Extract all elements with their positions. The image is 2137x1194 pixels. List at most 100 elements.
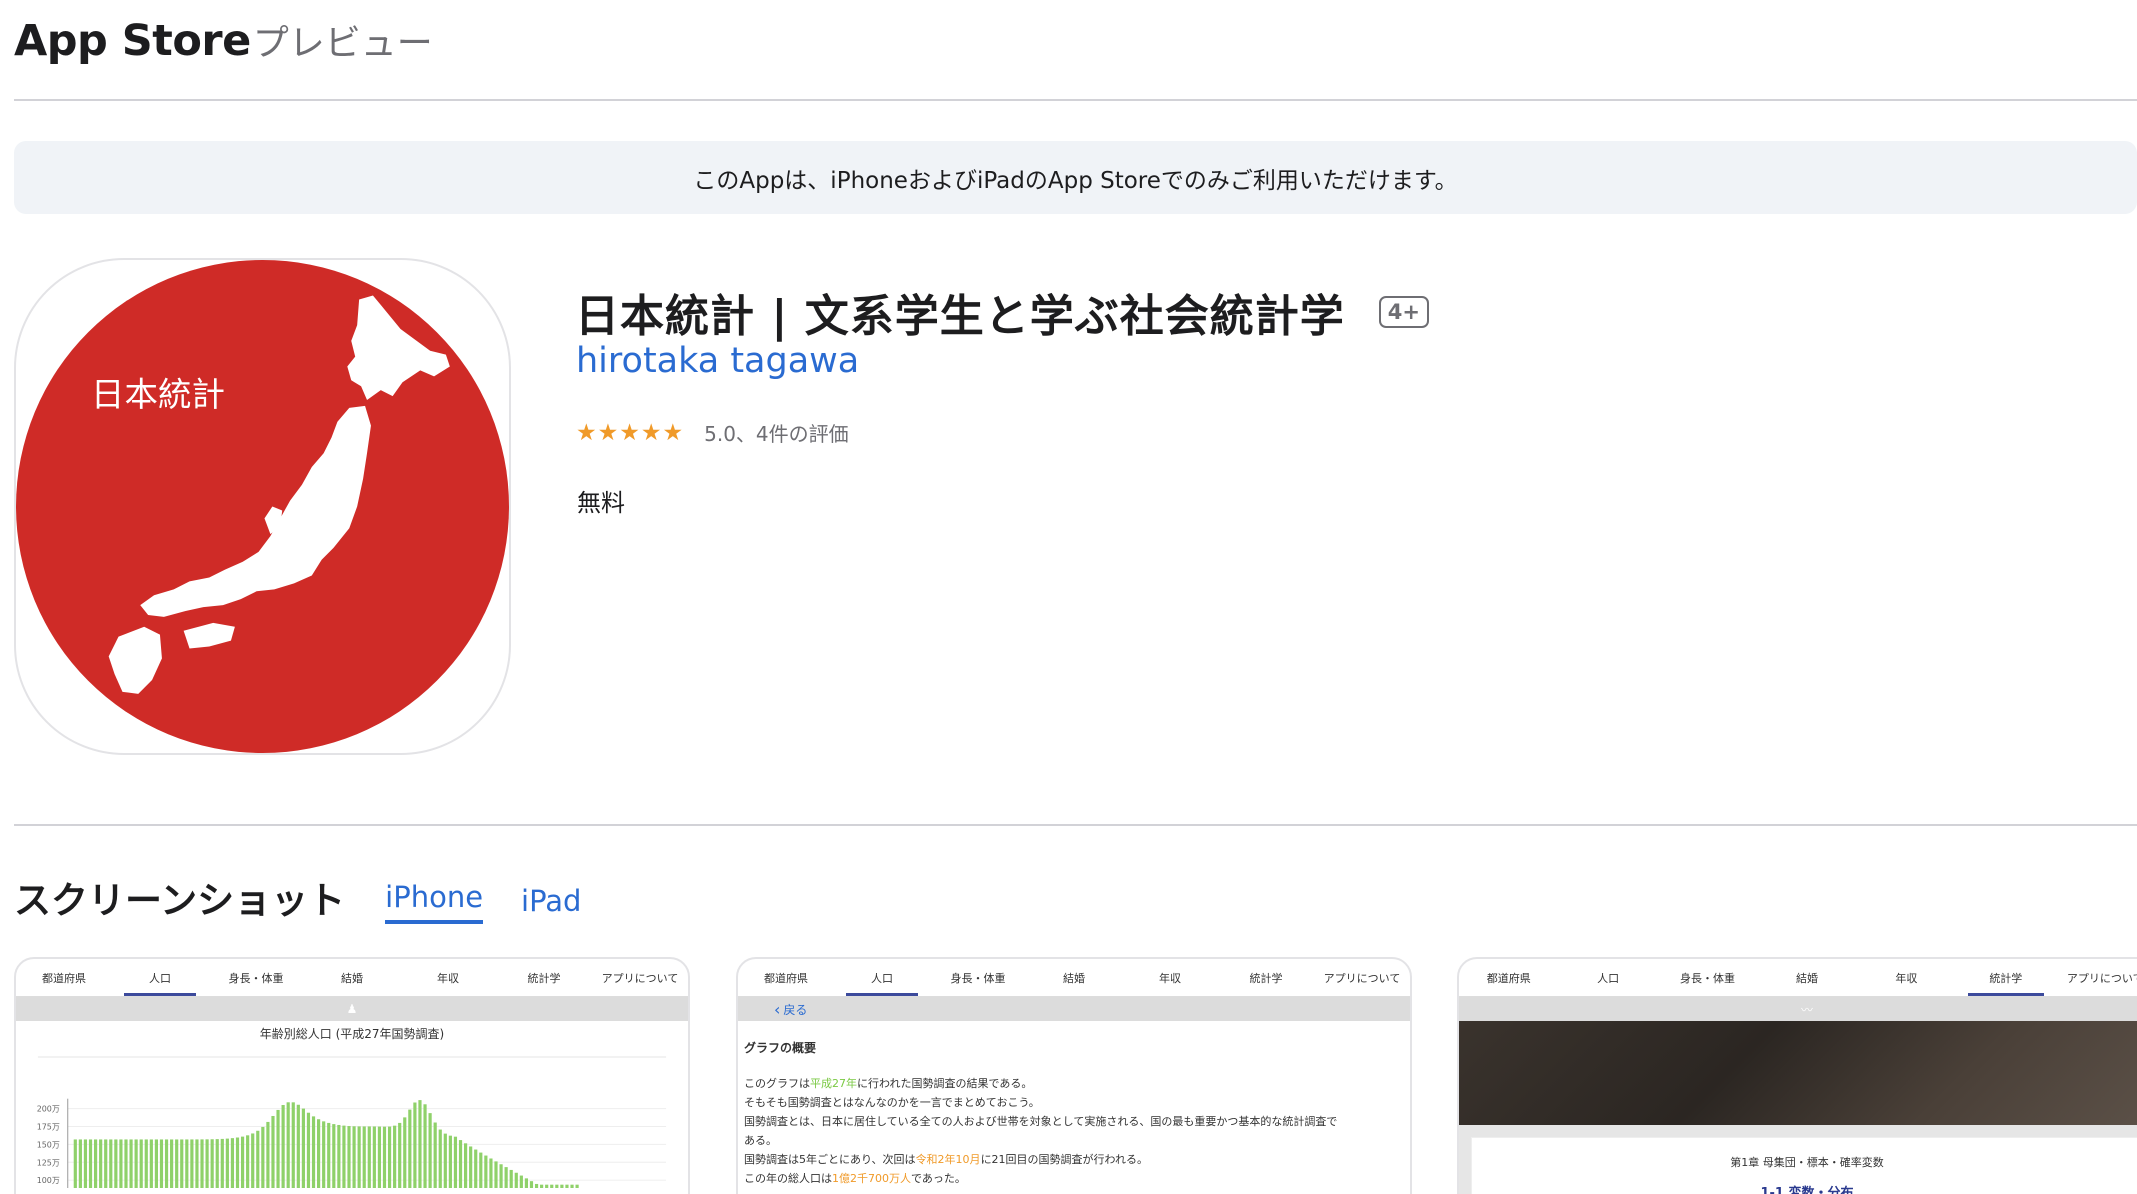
shot-tab-active: 統計学: [1956, 960, 2055, 996]
shot-nav-tabs: 都道府県 人口 身長・体重 結婚 年収 統計学 アプリについて: [738, 959, 1410, 997]
chart-bar: [540, 1184, 544, 1189]
tab-iphone[interactable]: iPhone: [385, 880, 484, 924]
chart-bar: [463, 1143, 468, 1189]
shot-line: そもそも国勢調査とはなんなのかを一言でまとめておこう。: [744, 1096, 1040, 1109]
chart-bar: [499, 1164, 503, 1189]
chart-bar: [565, 1184, 569, 1189]
shot-tab: 結婚: [1795, 971, 1818, 985]
chapter-card: 第1章 母集団・標本・確率変数 1-1 変数・分布: [1471, 1137, 2137, 1194]
chart-bar: [306, 1112, 311, 1189]
chart-bar: [180, 1139, 184, 1189]
chart-bar: [337, 1124, 341, 1189]
shot-tab: 都道府県: [1486, 971, 1531, 985]
chart-bar: [322, 1121, 326, 1189]
shot-tab: 年収: [1895, 971, 1918, 985]
chart-bar: [286, 1102, 290, 1189]
rating-row: ★★★★★ 5.0、4件の評価: [576, 418, 849, 447]
y-tick-label: 100万: [37, 1176, 60, 1185]
chart-bar: [149, 1139, 153, 1189]
chart-bar: [296, 1104, 300, 1189]
japan-map-icon: 日本統計: [16, 260, 509, 753]
chart-bar: [205, 1139, 209, 1189]
section-divider: [14, 824, 2137, 826]
chart-bar: [524, 1178, 529, 1189]
chart-bar: [139, 1139, 143, 1189]
chart-bar: [342, 1125, 346, 1189]
chart-bar: [291, 1102, 295, 1189]
chart-bar: [200, 1139, 204, 1189]
screenshot-2[interactable]: 都道府県 人口 身長・体重 結婚 年収 統計学 アプリについて ‹ 戻る グラフ…: [736, 957, 1412, 1194]
chart-bar: [317, 1119, 321, 1189]
chart-bar: [119, 1139, 123, 1189]
chart-bar: [529, 1181, 534, 1189]
chart-bar: [347, 1126, 351, 1189]
chart-bar: [413, 1102, 417, 1189]
chart-bar: [469, 1146, 473, 1189]
chart-bar: [159, 1139, 164, 1189]
chart-bar: [519, 1175, 523, 1189]
chart-bar: [210, 1139, 214, 1189]
shot-chart-title: 年齢別総人口 (平成27年国勢調査): [259, 1027, 445, 1041]
shot-tab: 人口: [1597, 971, 1620, 985]
chart-bar: [504, 1167, 508, 1189]
chevron-left-icon: ‹: [774, 999, 781, 1019]
chart-bar: [104, 1139, 108, 1189]
chart-bar: [124, 1139, 128, 1189]
shot-line: この年の総人口は1億2千700万人であった。: [744, 1172, 966, 1185]
chart-bar: [144, 1139, 148, 1189]
app-icon: 日本統計: [14, 258, 511, 755]
chart-bar: [78, 1139, 82, 1189]
y-tick-label: 150万: [37, 1140, 60, 1149]
chart-bar: [458, 1140, 463, 1189]
shot-text-block: グラフの概要 このグラフは平成27年に行われた国勢調査の結果である。 そもそも国…: [738, 1021, 1410, 1194]
chart-bar: [170, 1139, 174, 1189]
chart-bar: [352, 1126, 356, 1189]
tab-ipad[interactable]: iPad: [521, 884, 581, 924]
chart-bar: [453, 1136, 458, 1189]
shot-content-area: 第1章 母集団・標本・確率変数 1-1 変数・分布: [1459, 1125, 2137, 1194]
shot-line: 国勢調査とは、日本に居住している全ての人および世帯を対象として実施される、国の最…: [744, 1115, 1338, 1128]
chart-bar: [93, 1139, 98, 1189]
chart-bar: [114, 1139, 118, 1189]
shot-tab: 身長・体重: [950, 971, 1006, 985]
developer-link[interactable]: hirotaka tagawa: [576, 341, 859, 381]
chart-bar: [109, 1139, 113, 1189]
chart-bar: [560, 1184, 564, 1189]
chart-bar: [443, 1133, 447, 1189]
chart-bar: [423, 1104, 427, 1189]
chart-bar: [185, 1139, 189, 1189]
chart-bar: [534, 1183, 539, 1189]
shot-line: ある。: [744, 1134, 777, 1147]
store-brand[interactable]: App Store: [14, 16, 251, 66]
chart-bar: [215, 1139, 219, 1189]
chart-bar: [327, 1122, 331, 1189]
chart-bar: [134, 1139, 138, 1189]
screenshots-header: スクリーンショット iPhone iPad: [14, 870, 581, 924]
chart-bar: [403, 1117, 407, 1189]
rating-summary: 5.0、4件の評価: [704, 422, 849, 446]
screenshot-1[interactable]: 都道府県 人口 身長・体重 結婚 年収 統計学 アプリについて ♟ 年齢別総人口…: [14, 957, 690, 1194]
screenshot-3[interactable]: 都道府県 人口 身長・体重 結婚 年収 統計学 アプリについて 〰 第1章 母集…: [1457, 957, 2137, 1194]
chart-bar: [433, 1122, 437, 1189]
chart-bar: [479, 1152, 483, 1189]
app-price: 無料: [577, 489, 625, 517]
shot-toolbar: 〰: [1459, 997, 2137, 1021]
chart-bar: [225, 1138, 229, 1189]
shot-nav-tabs: 都道府県 人口 身長・体重 結婚 年収 統計学 アプリについて: [1459, 959, 2137, 997]
chart-bar: [88, 1139, 93, 1189]
chart-bar: [448, 1135, 452, 1189]
chart-bar: [276, 1109, 280, 1189]
chart-bar: [240, 1136, 245, 1189]
availability-text: このAppは、iPhoneおよびiPadのApp Storeでのみご利用いただけ…: [693, 167, 1458, 194]
chart-bar: [509, 1169, 513, 1189]
chart-bar: [164, 1139, 169, 1189]
chart-bar: [73, 1139, 77, 1189]
chart-bar: [550, 1184, 554, 1189]
chart-bar: [301, 1108, 305, 1189]
chart-bar: [256, 1130, 260, 1189]
chart-bar: [271, 1115, 275, 1189]
store-preview-label: プレビュー: [252, 23, 433, 64]
chart-bar: [266, 1121, 270, 1189]
chart-bar: [377, 1126, 382, 1189]
chart-bar: [99, 1139, 103, 1189]
